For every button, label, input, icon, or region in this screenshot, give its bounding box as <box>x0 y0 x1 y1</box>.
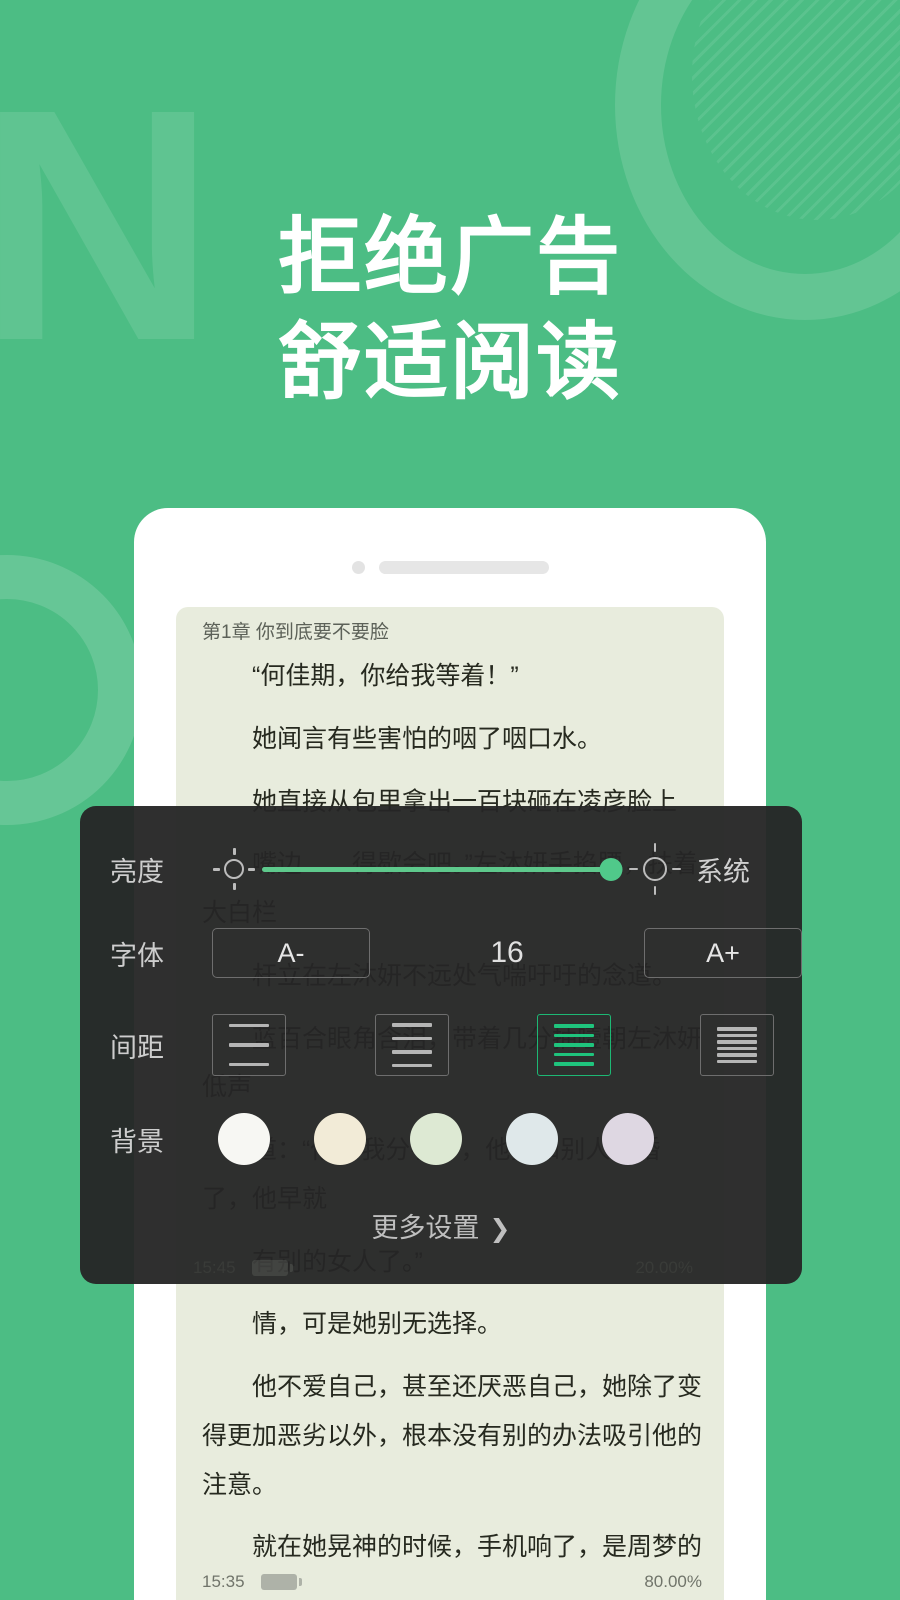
phone-notch <box>134 561 766 574</box>
battery-icon <box>260 1574 302 1590</box>
paragraph: 情，可是她别无选择。 <box>252 1310 503 1339</box>
reader-status-bar: 15:35 80.00% <box>202 1572 702 1592</box>
brightness-row: 亮度 系统 <box>80 836 802 902</box>
chevron-right-icon: ❯ <box>489 1215 511 1243</box>
chapter-title: 第1章 你到底要不要脸 <box>202 622 389 643</box>
line-spacing-row: 间距 <box>80 1014 802 1076</box>
font-size-value: 16 <box>490 936 524 969</box>
ghost-status-time: 15:45 <box>193 1258 236 1277</box>
paragraph: 她闻言有些害怕的咽了咽口水。 <box>252 724 603 753</box>
spacing-option-normal[interactable] <box>374 1014 449 1076</box>
spacing-label: 间距 <box>110 1032 164 1063</box>
spacing-options <box>212 1014 802 1076</box>
more-settings-label: 更多设置 <box>371 1213 480 1243</box>
paragraph: 他不爱自己，甚至还厌恶自己，她除了变得更加恶劣以外，根本没有别的办法吸引他的注意… <box>202 1373 703 1499</box>
more-settings-button[interactable]: 更多设置 ❯ <box>80 1206 802 1245</box>
background-swatches <box>212 1113 802 1165</box>
theme-swatch-blue[interactable] <box>506 1113 558 1165</box>
font-increase-button[interactable]: A+ <box>644 928 802 978</box>
sun-small-icon[interactable] <box>212 847 256 891</box>
reader-settings-panel: 亮度 系统 字体 A- 16 A+ 间距 背景 更多设置 ❯ 15:45 20.… <box>80 806 802 1284</box>
background-label: 背景 <box>110 1126 164 1157</box>
theme-swatch-purple[interactable] <box>602 1113 654 1165</box>
front-camera-icon <box>351 561 365 574</box>
spacing-option-tightest[interactable] <box>699 1014 774 1076</box>
brightness-label: 亮度 <box>110 856 164 887</box>
brightness-fill <box>262 867 612 872</box>
headline-line-2: 舒适阅读 <box>277 315 622 409</box>
decorative-ring-left-icon <box>0 555 142 825</box>
brightness-thumb[interactable] <box>599 858 623 881</box>
font-label: 字体 <box>110 940 164 971</box>
earpiece-speaker-icon <box>378 561 549 574</box>
background-theme-row: 背景 <box>80 1111 802 1167</box>
spacing-option-tight[interactable] <box>537 1014 612 1076</box>
status-time: 15:35 <box>202 1572 245 1591</box>
reading-progress: 80.00% <box>644 1572 702 1591</box>
ghost-status-bar: 15:45 20.00% <box>193 1258 693 1278</box>
theme-swatch-white[interactable] <box>218 1113 270 1165</box>
paragraph: 就在她晃神的时候，手机响了，是周梦的 <box>252 1533 703 1562</box>
headline-line-1: 拒绝广告 <box>277 210 622 304</box>
brightness-system-mode-button[interactable]: 系统 <box>682 850 802 889</box>
brightness-slider[interactable] <box>262 854 623 884</box>
ghost-reading-progress: 20.00% <box>635 1258 693 1277</box>
promo-headline: 拒绝广告 舒适阅读 <box>0 205 900 415</box>
ghost-battery-icon <box>251 1260 293 1276</box>
paragraph: “何佳期，你给我等着！” <box>252 662 519 690</box>
font-decrease-button[interactable]: A- <box>212 928 370 978</box>
theme-swatch-green[interactable] <box>410 1113 462 1165</box>
font-size-row: 字体 A- 16 A+ <box>80 923 802 983</box>
spacing-option-loose[interactable] <box>212 1014 286 1076</box>
theme-swatch-cream[interactable] <box>314 1113 366 1165</box>
sun-large-icon[interactable] <box>628 842 682 896</box>
